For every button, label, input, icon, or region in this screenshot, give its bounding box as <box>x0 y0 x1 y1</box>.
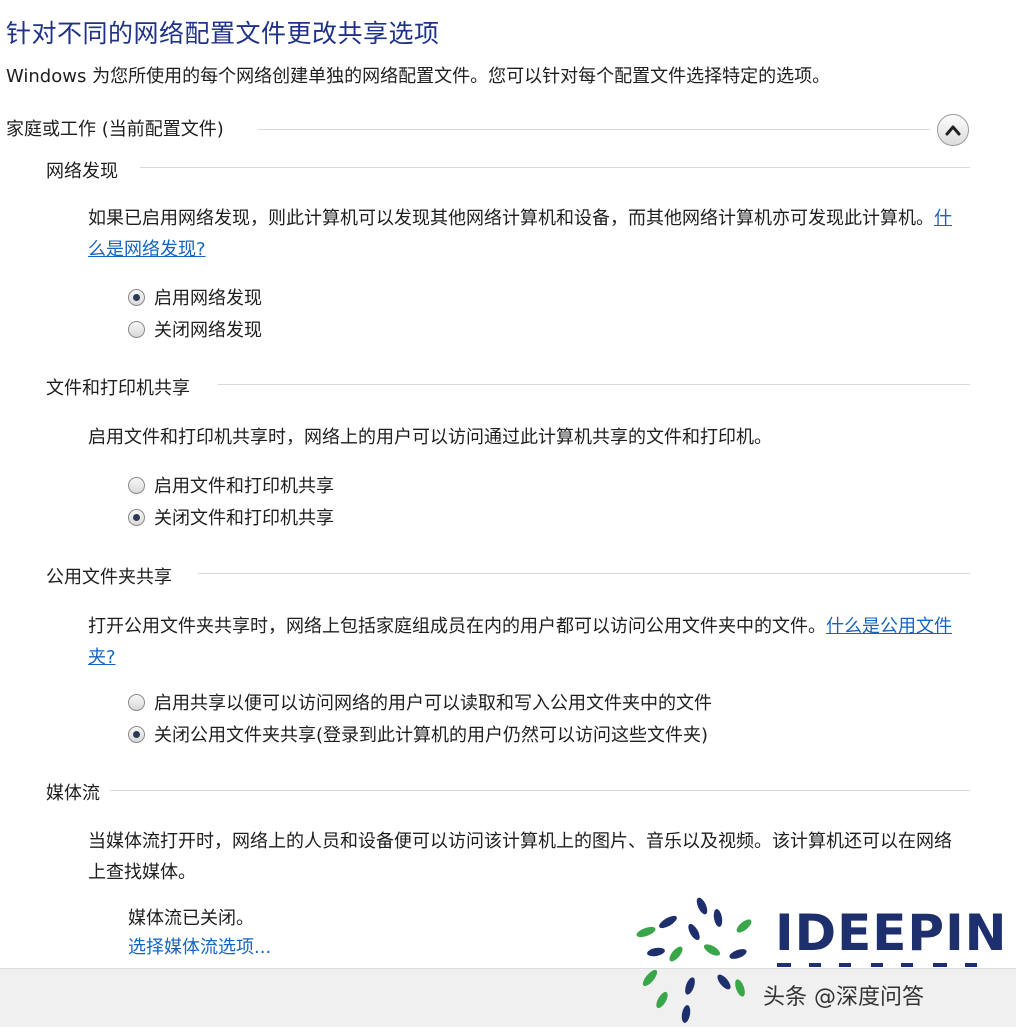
radio-enable-public-folder-sharing[interactable]: 启用共享以便可以访问网络的用户可以读取和写入公用文件夹中的文件 <box>128 689 712 715</box>
media-streaming-description: 当媒体流打开时，网络上的人员和设备便可以访问该计算机上的图片、音乐以及视频。该计… <box>88 831 952 883</box>
page-title: 针对不同的网络配置文件更改共享选项 <box>6 19 440 48</box>
media-streaming-status: 媒体流已关闭。 <box>128 908 254 929</box>
radio-enable-network-discovery[interactable]: 启用网络发现 <box>128 284 262 310</box>
radio-label: 启用文件和打印机共享 <box>154 476 334 497</box>
file-printer-sharing-description: 启用文件和打印机共享时，网络上的用户可以访问通过此计算机共享的文件和打印机。 <box>88 427 772 448</box>
section-divider <box>198 573 970 574</box>
radio-button-selected[interactable] <box>128 725 145 743</box>
section-heading-media-streaming: 媒体流 <box>46 783 100 804</box>
radio-enable-file-printer-sharing[interactable]: 启用文件和打印机共享 <box>128 472 334 498</box>
network-discovery-desc-text: 如果已启用网络发现，则此计算机可以发现其他网络计算机和设备，而其他网络计算机亦可… <box>88 208 934 229</box>
profile-collapse-button[interactable] <box>937 114 969 146</box>
watermark-sub-marks <box>777 963 977 967</box>
profile-divider <box>258 129 930 130</box>
profile-header-label: 家庭或工作 (当前配置文件) <box>6 119 224 140</box>
radio-label: 关闭公用文件夹共享(登录到此计算机的用户仍然可以访问这些文件夹) <box>154 725 709 746</box>
choose-media-streaming-options-link[interactable]: 选择媒体流选项... <box>128 933 271 959</box>
public-folder-desc-text: 打开公用文件夹共享时，网络上包括家庭组成员在内的用户都可以访问公用文件夹中的文件… <box>88 616 826 637</box>
radio-button-selected[interactable] <box>128 508 145 526</box>
section-heading-public-folder-sharing: 公用文件夹共享 <box>46 567 172 588</box>
section-heading-network-discovery: 网络发现 <box>46 161 118 182</box>
watermark-brand: IDEEPIN <box>775 904 1008 962</box>
radio-disable-network-discovery[interactable]: 关闭网络发现 <box>128 316 262 342</box>
radio-button[interactable] <box>128 693 145 711</box>
section-divider <box>110 790 970 791</box>
chevron-up-icon <box>945 125 961 136</box>
network-discovery-description: 如果已启用网络发现，则此计算机可以发现其他网络计算机和设备，而其他网络计算机亦可… <box>88 203 958 265</box>
radio-button-selected[interactable] <box>128 288 145 306</box>
section-divider <box>140 167 970 168</box>
public-folder-sharing-description: 打开公用文件夹共享时，网络上包括家庭组成员在内的用户都可以访问公用文件夹中的文件… <box>88 611 958 673</box>
radio-label: 启用网络发现 <box>154 288 262 309</box>
radio-disable-file-printer-sharing[interactable]: 关闭文件和打印机共享 <box>128 504 334 530</box>
radio-disable-public-folder-sharing[interactable]: 关闭公用文件夹共享(登录到此计算机的用户仍然可以访问这些文件夹) <box>128 721 708 747</box>
radio-label: 关闭网络发现 <box>154 320 262 341</box>
radio-button[interactable] <box>128 476 145 494</box>
page-subtitle: Windows 为您所使用的每个网络创建单独的网络配置文件。您可以针对每个配置文… <box>6 66 831 87</box>
radio-label: 关闭文件和打印机共享 <box>154 508 334 529</box>
radio-label: 启用共享以便可以访问网络的用户可以读取和写入公用文件夹中的文件 <box>154 693 712 714</box>
section-heading-file-printer-sharing: 文件和打印机共享 <box>46 378 190 399</box>
section-divider <box>218 384 970 385</box>
watermark-handle: 头条 @深度问答 <box>763 985 924 1010</box>
radio-button[interactable] <box>128 320 145 338</box>
ideepin-logo <box>636 897 752 1023</box>
